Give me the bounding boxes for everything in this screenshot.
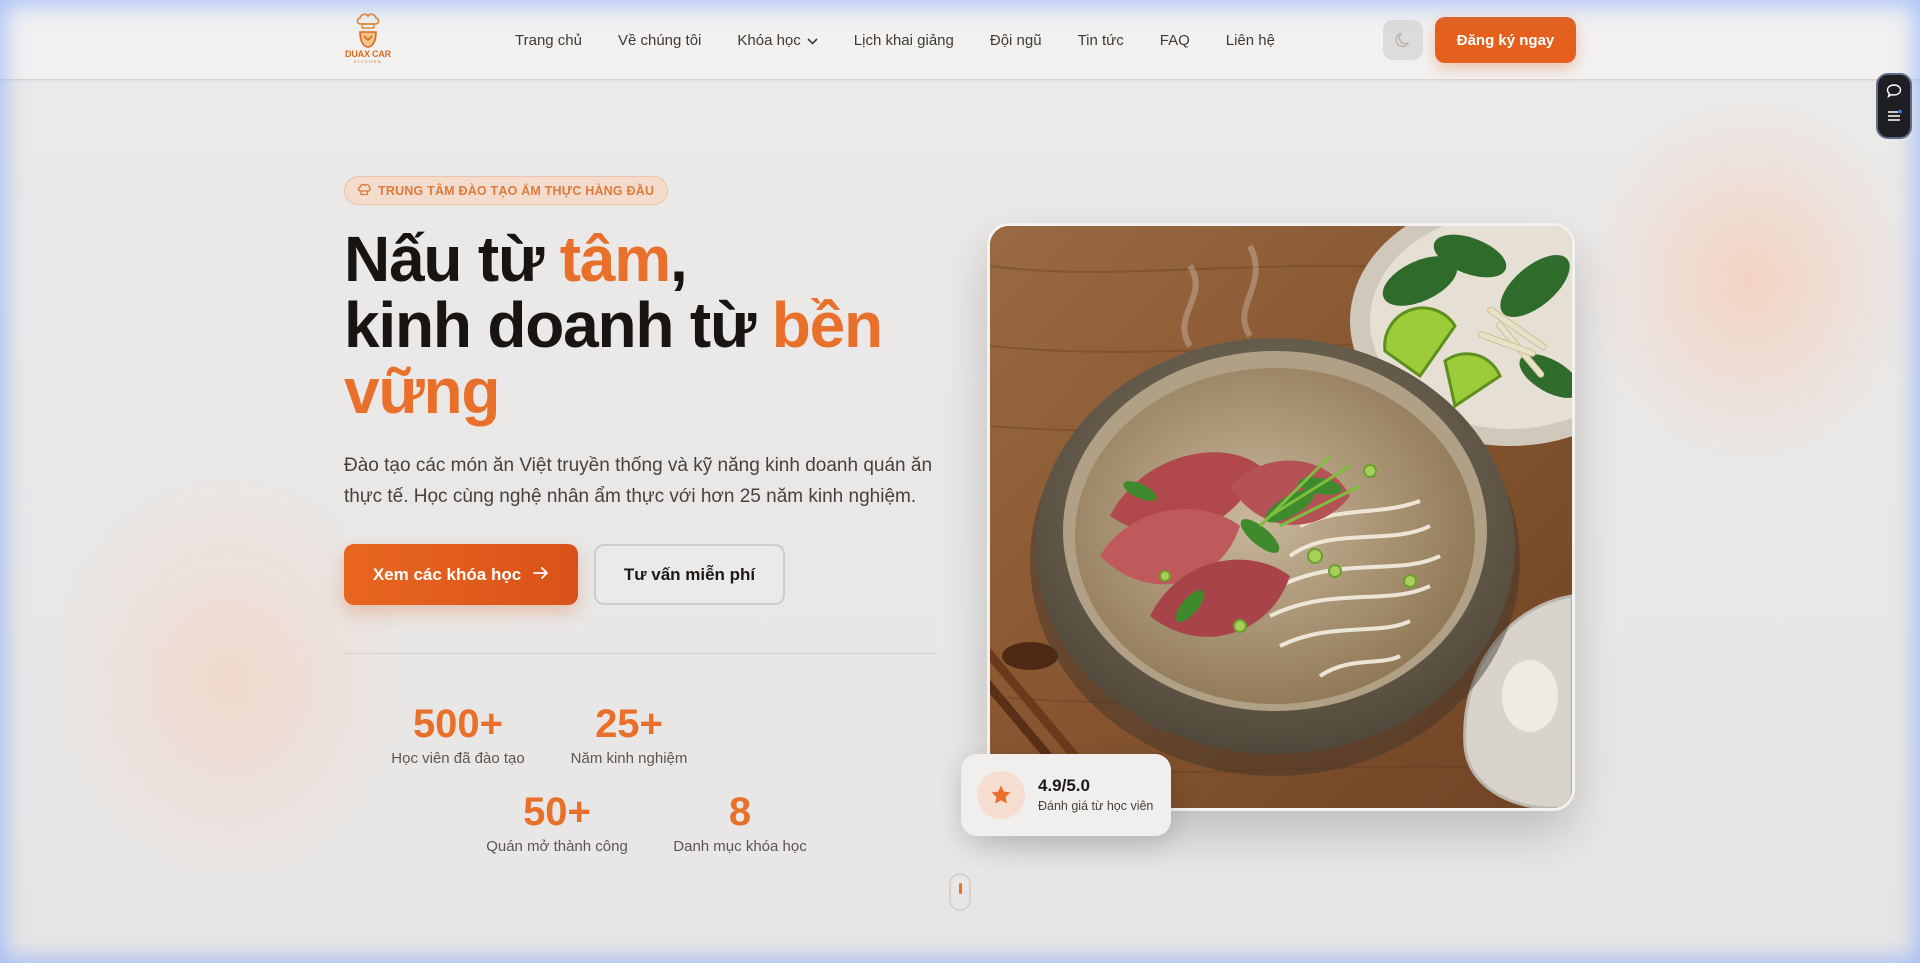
stat-value: 8	[728, 790, 752, 834]
chef-logo-icon	[356, 13, 380, 48]
headline-text: ,	[669, 223, 688, 295]
headline-accent: vững	[344, 355, 501, 427]
stat-years: 25+ Năm kinh nghiệm	[564, 702, 694, 767]
nav-item-contact[interactable]: Liên hệ	[1226, 32, 1275, 49]
chevron-down-icon	[807, 32, 818, 49]
page: DUAX CAR KITCHEN Trang chủ Về chúng tôi …	[0, 0, 1920, 963]
register-button[interactable]: Đăng ký ngay	[1435, 17, 1576, 63]
rating-icon-wrap	[977, 771, 1025, 819]
nav-label: Trang chủ	[515, 31, 582, 49]
nav-label: Đội ngũ	[989, 31, 1042, 49]
floating-widget	[1876, 73, 1912, 139]
nav-item-about[interactable]: Về chúng tôi	[618, 32, 701, 49]
nav-item-courses[interactable]: Khóa học	[737, 31, 818, 49]
headline-text: kinh doanh từ	[344, 289, 772, 361]
nav-item-news[interactable]: Tin tức	[1078, 32, 1124, 49]
logo-subtext: KITCHEN	[353, 59, 383, 64]
scroll-dot	[958, 883, 962, 894]
rating-text: 4.9/5.0 Đánh giá từ học viên	[1038, 775, 1153, 815]
stat-value: 500+	[412, 702, 504, 746]
headline-text: Nấu từ	[344, 223, 560, 295]
headline-accent: tâm	[559, 223, 671, 295]
stat-value: 50+	[523, 790, 591, 834]
scroll-down-indicator[interactable]	[949, 873, 971, 911]
rating-caption: Đánh giá từ học viên	[1038, 799, 1154, 813]
nav-label: Tin tức	[1077, 31, 1124, 49]
logo[interactable]: DUAX CAR KITCHEN	[344, 12, 392, 68]
badge-text: TRUNG TÂM ĐÀO TẠO ẨM THỰC HÀNG ĐẦU	[378, 183, 655, 198]
hero-badge: TRUNG TÂM ĐÀO TẠO ẨM THỰC HÀNG ĐẦU	[344, 176, 669, 205]
nav-label: Khóa học	[737, 31, 801, 49]
hero-description: Đào tạo các món ăn Việt truyền thống và …	[344, 455, 933, 507]
theme-toggle-button[interactable]	[1383, 20, 1423, 60]
nav-label: Về chúng tôi	[617, 31, 702, 49]
nav-label: Lịch khai giảng	[853, 31, 954, 49]
headline-accent: bền	[771, 289, 883, 361]
stat-label: Học viên đã đào tạo	[391, 750, 525, 767]
nav-item-schedule[interactable]: Lịch khai giảng	[854, 32, 954, 49]
arrow-right-icon	[533, 565, 549, 585]
logo-text: DUAX CAR	[345, 49, 391, 59]
stat-label: Quán mở thành công	[486, 838, 628, 855]
main-nav: Trang chủ Về chúng tôi Khóa học Lịch kha…	[515, 0, 1311, 80]
button-label: Xem các khóa học	[372, 564, 522, 584]
stat-value: 25+	[595, 702, 663, 746]
chef-hat-icon	[357, 183, 371, 199]
stat-categories: 8 Danh mục khóa học	[665, 790, 815, 855]
rating-score: 4.9/5.0	[1038, 776, 1090, 795]
stat-label: Danh mục khóa học	[673, 838, 807, 855]
rating-card: 4.9/5.0 Đánh giá từ học viên	[961, 754, 1171, 836]
nav-item-home[interactable]: Trang chủ	[515, 32, 582, 49]
moon-icon	[1395, 32, 1410, 48]
divider	[344, 653, 937, 654]
nav-label: Liên hệ	[1225, 31, 1275, 49]
pho-bowl-illustration	[990, 226, 1572, 808]
stat-restaurants: 50+ Quán mở thành công	[482, 790, 632, 855]
view-courses-button[interactable]: Xem các khóa học	[344, 544, 578, 605]
site-header: DUAX CAR KITCHEN Trang chủ Về chúng tôi …	[0, 0, 1920, 80]
nav-item-faq[interactable]: FAQ	[1160, 32, 1190, 49]
stat-label: Năm kinh nghiệm	[570, 750, 688, 767]
star-icon	[991, 785, 1011, 804]
hero-headline: Nấu từ tâm, kinh doanh từ bền vững	[344, 226, 964, 424]
nav-label: FAQ	[1159, 31, 1190, 49]
menu-list-icon[interactable]	[1886, 108, 1902, 129]
hero-image-pho	[987, 223, 1575, 811]
chat-icon[interactable]	[1886, 83, 1902, 104]
free-consult-button[interactable]: Tư vấn miễn phí	[594, 544, 785, 605]
stat-students: 500+ Học viên đã đào tạo	[383, 702, 533, 767]
nav-item-team[interactable]: Đội ngũ	[990, 32, 1042, 49]
